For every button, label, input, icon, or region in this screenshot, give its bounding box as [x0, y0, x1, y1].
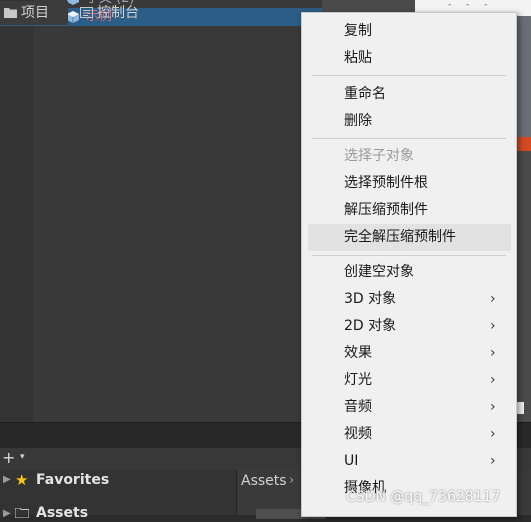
menu-item-light[interactable]: 灯光 › — [302, 367, 516, 394]
menu-separator — [312, 255, 506, 256]
menu-item-label: 3D 对象 — [344, 291, 397, 307]
menu-item-2d-object[interactable]: 2D 对象 › — [302, 313, 516, 340]
tab-project[interactable]: 项目 — [0, 1, 68, 25]
star-icon: ★ — [15, 471, 29, 489]
folder-icon — [15, 508, 29, 518]
watermark: CSDN @qq_73628117 — [346, 489, 501, 505]
menu-item-unpack-prefab-completely[interactable]: 完全解压缩预制件 — [308, 224, 511, 251]
chevron-right-icon: › — [490, 426, 496, 442]
expand-arrow-icon[interactable]: ▶ — [3, 474, 11, 485]
add-dropdown-caret-icon[interactable]: ▾ — [20, 452, 25, 462]
breadcrumb[interactable]: Assets — [241, 472, 287, 490]
menu-item-label: 重命名 — [344, 86, 386, 102]
menu-item-select-children: 选择子对象 — [302, 143, 516, 170]
tab-console[interactable]: 控制台 — [76, 1, 156, 25]
menu-item-label: 粘贴 — [344, 50, 372, 66]
menu-item-label: 灯光 — [344, 372, 372, 388]
menu-item-label: 效果 — [344, 345, 372, 361]
menu-item-label: 解压缩预制件 — [344, 202, 428, 218]
menu-item-label: UI — [344, 453, 359, 469]
chevron-right-icon: › — [490, 453, 496, 469]
menu-item-label: 完全解压缩预制件 — [344, 229, 456, 245]
menu-item-copy[interactable]: 复制 — [302, 18, 516, 45]
menu-item-label: 音频 — [344, 399, 372, 415]
menu-item-label: 删除 — [344, 113, 372, 129]
tab-label: 控制台 — [97, 5, 139, 21]
hierarchy-visibility-gutter — [0, 0, 33, 422]
chevron-right-icon: › — [490, 291, 496, 307]
menu-item-label: 选择预制件根 — [344, 175, 428, 191]
assets-tree-label[interactable]: Assets — [36, 504, 88, 522]
menu-item-ui[interactable]: UI › — [302, 448, 516, 475]
menu-item-paste[interactable]: 粘贴 — [302, 45, 516, 72]
menu-separator — [312, 75, 506, 76]
menu-separator — [312, 138, 506, 139]
menu-item-delete[interactable]: 删除 — [302, 108, 516, 135]
tab-label: 项目 — [21, 5, 49, 21]
menu-item-audio[interactable]: 音频 › — [302, 394, 516, 421]
menu-item-label: 创建空对象 — [344, 264, 414, 280]
scene-toolbar-dots: - - - — [448, 0, 494, 10]
folder-icon — [4, 8, 17, 18]
menu-item-video[interactable]: 视频 › — [302, 421, 516, 448]
menu-item-3d-object[interactable]: 3D 对象 › — [302, 286, 516, 313]
add-button[interactable]: + — [2, 449, 15, 467]
menu-item-select-prefab-root[interactable]: 选择预制件根 — [302, 170, 516, 197]
console-icon — [80, 7, 93, 18]
favorites-label[interactable]: Favorites — [36, 471, 109, 489]
chevron-right-icon: › — [490, 399, 496, 415]
chevron-right-icon: › — [490, 372, 496, 388]
menu-item-create-empty[interactable]: 创建空对象 — [302, 259, 516, 286]
menu-item-label: 2D 对象 — [344, 318, 397, 334]
menu-item-label: 视频 — [344, 426, 372, 442]
chevron-right-icon: › — [490, 318, 496, 334]
menu-item-rename[interactable]: 重命名 — [302, 81, 516, 108]
menu-item-effects[interactable]: 效果 › — [302, 340, 516, 367]
hierarchy-panel — [0, 0, 322, 422]
chevron-right-icon: › — [490, 345, 496, 361]
menu-item-unpack-prefab[interactable]: 解压缩预制件 — [302, 197, 516, 224]
menu-item-label: 复制 — [344, 23, 372, 39]
expand-arrow-icon[interactable]: ▶ — [3, 508, 11, 519]
context-menu: 复制 粘贴 重命名 删除 选择子对象 选择预制件根 解压缩预制件 完全解压缩预制… — [301, 12, 517, 517]
menu-item-label: 选择子对象 — [344, 148, 414, 164]
chevron-right-icon: › — [289, 473, 295, 488]
scene-axis-gizmo — [515, 137, 531, 151]
